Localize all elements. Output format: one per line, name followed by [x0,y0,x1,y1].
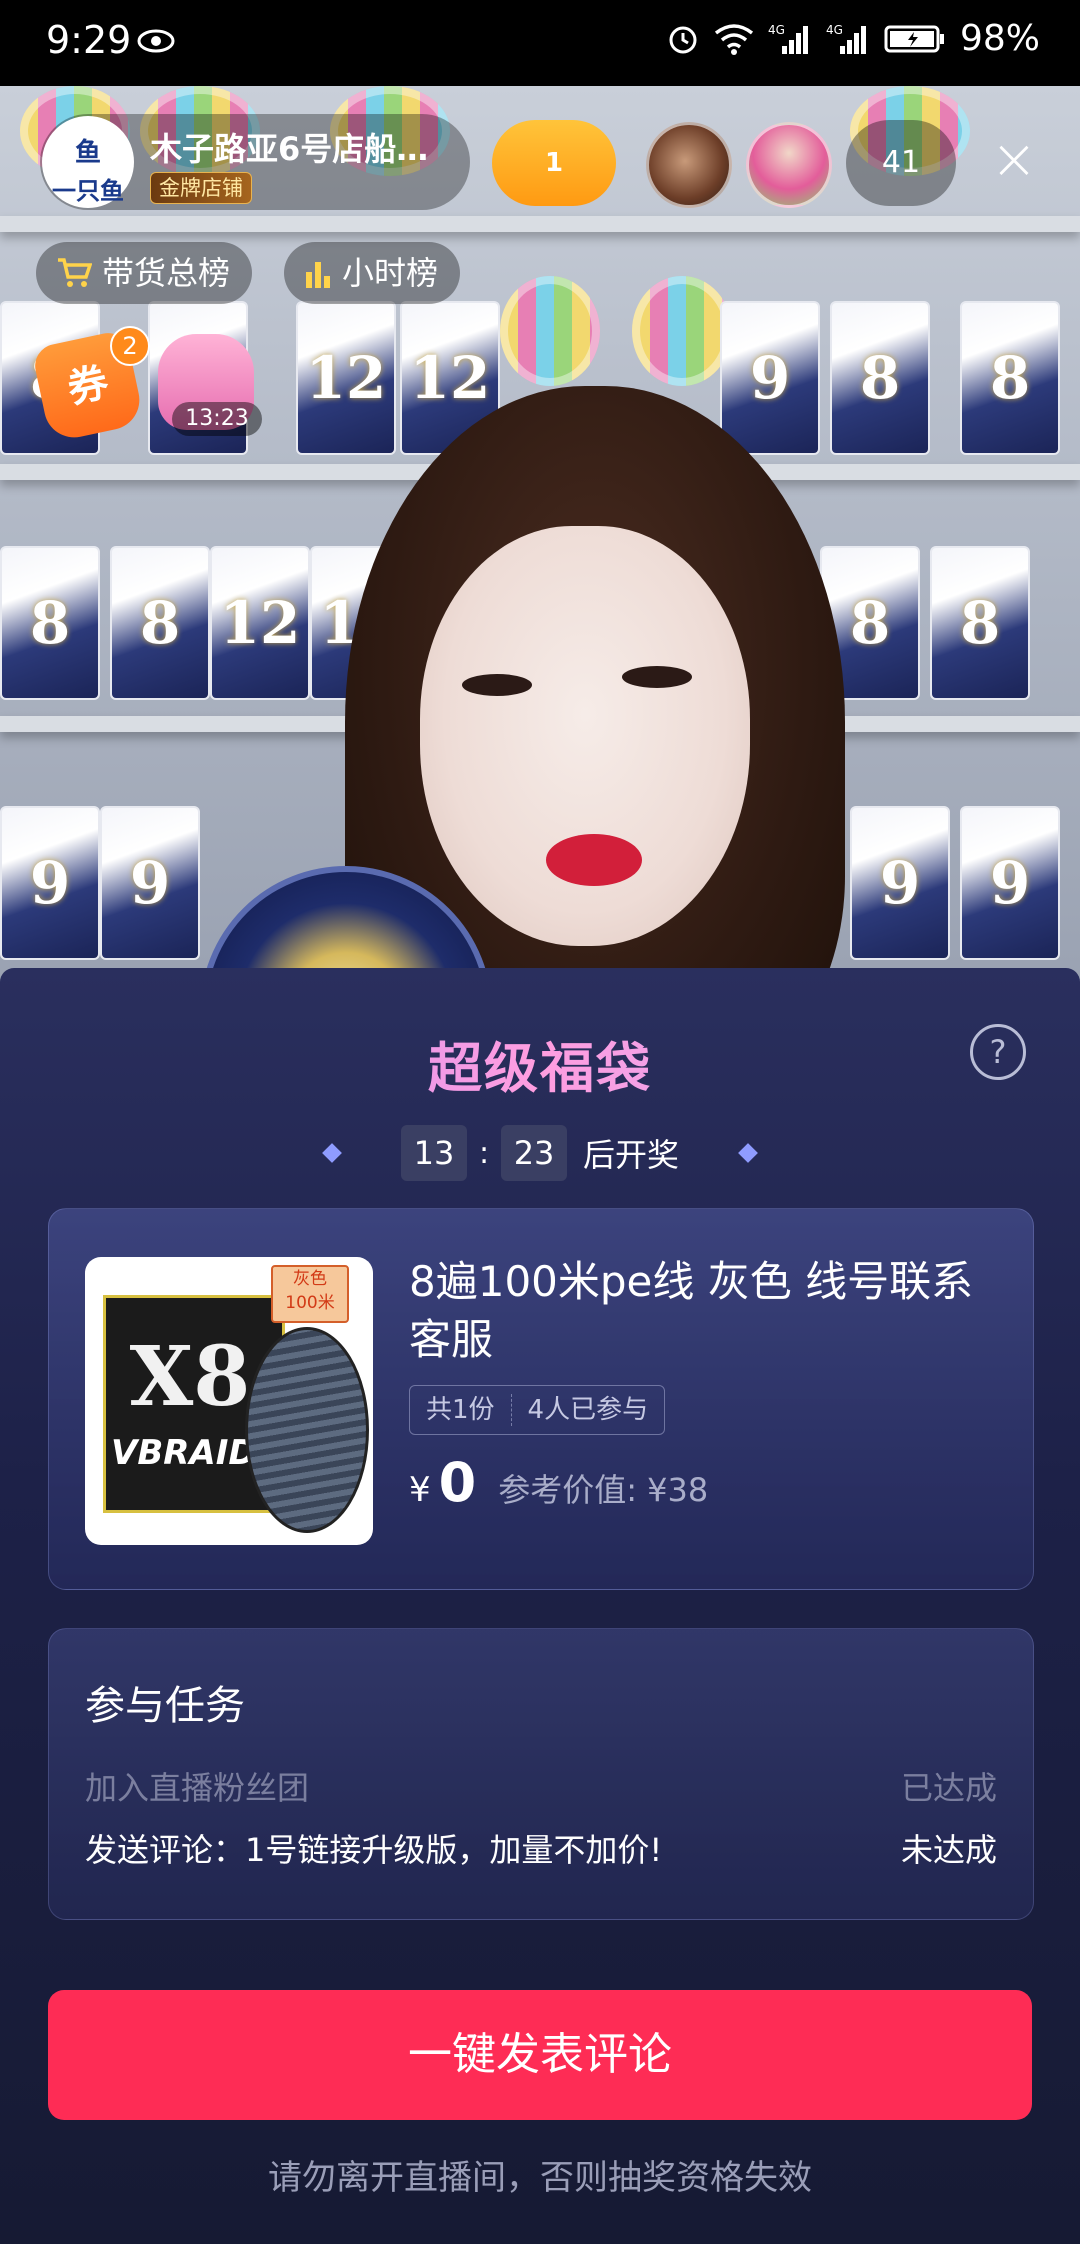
task-label: 发送评论：1号链接升级版，加量不加价! [85,1831,663,1869]
prize-image-spool [245,1327,369,1533]
product-box: 9 [960,806,1060,960]
eye-icon [137,29,175,53]
anchor-name[interactable]: 木子路亚6号店船… [150,124,460,170]
hour-rank-label: 小时榜 [342,254,439,292]
streamer-eye [622,666,692,688]
prize-image[interactable]: X8 VBRAID 灰色 100米 [85,1257,373,1545]
product-box: 12 [210,546,310,700]
close-icon[interactable]: × [984,130,1044,190]
sales-rank-chip[interactable]: 带货总榜 [36,242,253,304]
product-box: 9 [0,806,100,960]
help-icon[interactable]: ? [970,1024,1026,1080]
fan-club-level: 1 [544,148,564,178]
lucky-bag-sheet: 超级福袋 ? 13 : 23 后开奖 X8 VBRAID 灰色 100米 8遍1… [0,968,1080,2244]
prize-tag-length: 100米 [285,1293,335,1313]
product-box: 9 [720,301,820,455]
status-time: 9:29 [46,18,132,62]
anchor-avatar[interactable]: 鱼 一只鱼 [42,116,134,208]
shelf-reel [500,276,600,386]
streamer-eye [462,674,532,696]
task-row: 加入直播粉丝团 已达成 [85,1763,997,1809]
avatar-logo-top: 鱼 [74,138,101,168]
coupon-count-badge: 2 [110,326,150,366]
task-label: 加入直播粉丝团 [85,1769,310,1807]
countdown-colon: : [478,1135,490,1171]
product-box: 12 [296,301,396,455]
battery-percent: 98% [959,18,1040,59]
avatar-logo-bottom: 一只鱼 [52,177,124,205]
diamond-decoration [738,1143,758,1163]
signal-icon-2: 4G [826,23,866,54]
countdown-row: 13 : 23 后开奖 [0,1124,1080,1182]
wifi-icon [714,23,754,55]
product-box: 9 [100,806,200,960]
product-box: 9 [850,806,950,960]
footnote: 请勿离开直播间，否则抽奖资格失效 [268,2158,812,2198]
countdown-suffix: 后开奖 [583,1136,680,1174]
task-status: 已达成 [900,1769,997,1807]
diamond-decoration [322,1143,342,1163]
price-currency: ¥ [409,1470,431,1510]
status-icons: 4G 4G 98% [666,18,1040,59]
cart-icon [58,258,92,287]
product-box: 8 [110,546,210,700]
streamer-lips [546,834,642,886]
shelf [0,216,1080,232]
prize-image-brand: VBRAID [111,1433,257,1473]
viewer-count[interactable]: 41 [846,120,956,206]
post-comment-button[interactable]: 一键发表评论 [48,1990,1032,2120]
prize-tag-color: 灰色 [293,1269,327,1289]
prize-card[interactable]: X8 VBRAID 灰色 100米 8遍100米pe线 灰色 线号联系客服 共1… [48,1208,1034,1590]
gold-store-badge: 金牌店铺 [150,172,252,204]
prize-price: ¥ 0 参考价值: ¥38 [409,1451,708,1514]
prize-participants: 4人已参与 [527,1395,649,1425]
task-card: 参与任务 加入直播粉丝团 已达成 发送评论：1号链接升级版，加量不加价! 未达成 [48,1628,1034,1920]
live-video[interactable]: 8 12 12 12 9 8 8 8 8 12 12 8 8 9 9 9 9 [0,86,1080,986]
viewer-avatar[interactable] [646,122,732,208]
svg-text:4G: 4G [826,23,843,37]
sales-rank-label: 带货总榜 [102,254,231,292]
hour-rank-chip[interactable]: 小时榜 [284,242,461,304]
anchor-info[interactable]: 鱼 一只鱼 木子路亚6号店船… 金牌店铺 [40,114,470,210]
sheet-title: 超级福袋 [0,1024,1080,1103]
product-box: 8 [960,301,1060,455]
battery-icon [884,25,944,52]
prize-total: 共1份 [426,1395,495,1425]
bar-rank-icon [306,262,330,288]
product-box: 8 [830,301,930,455]
price-value: 0 [438,1451,477,1514]
alarm-icon [669,26,697,53]
svg-text:4G: 4G [768,23,785,37]
product-box: 8 [930,546,1030,700]
countdown-minutes: 13 [400,1125,467,1181]
prize-image-model: X8 [129,1329,251,1425]
reference-value: 参考价值: ¥38 [498,1471,709,1509]
prize-image-tag: 灰色 100米 [271,1265,349,1323]
viewer-avatar[interactable] [746,122,832,208]
lucky-bag-timer: 13:23 [172,402,262,436]
signal-icon: 4G [768,23,808,54]
status-bar: 9:29 4G 4G 98% [0,0,1080,86]
prize-meta: 共1份 4人已参与 [409,1385,666,1435]
shelf-reel [632,276,732,386]
task-status: 未达成 [900,1831,997,1869]
prize-title: 8遍100米pe线 灰色 线号联系客服 [409,1257,974,1364]
product-box: 8 [0,546,100,700]
task-title: 参与任务 [85,1683,245,1729]
fan-club-button[interactable]: 1 [492,120,616,206]
countdown-seconds: 23 [501,1125,568,1181]
task-row: 发送评论：1号链接升级版，加量不加价! 未达成 [85,1825,997,1871]
